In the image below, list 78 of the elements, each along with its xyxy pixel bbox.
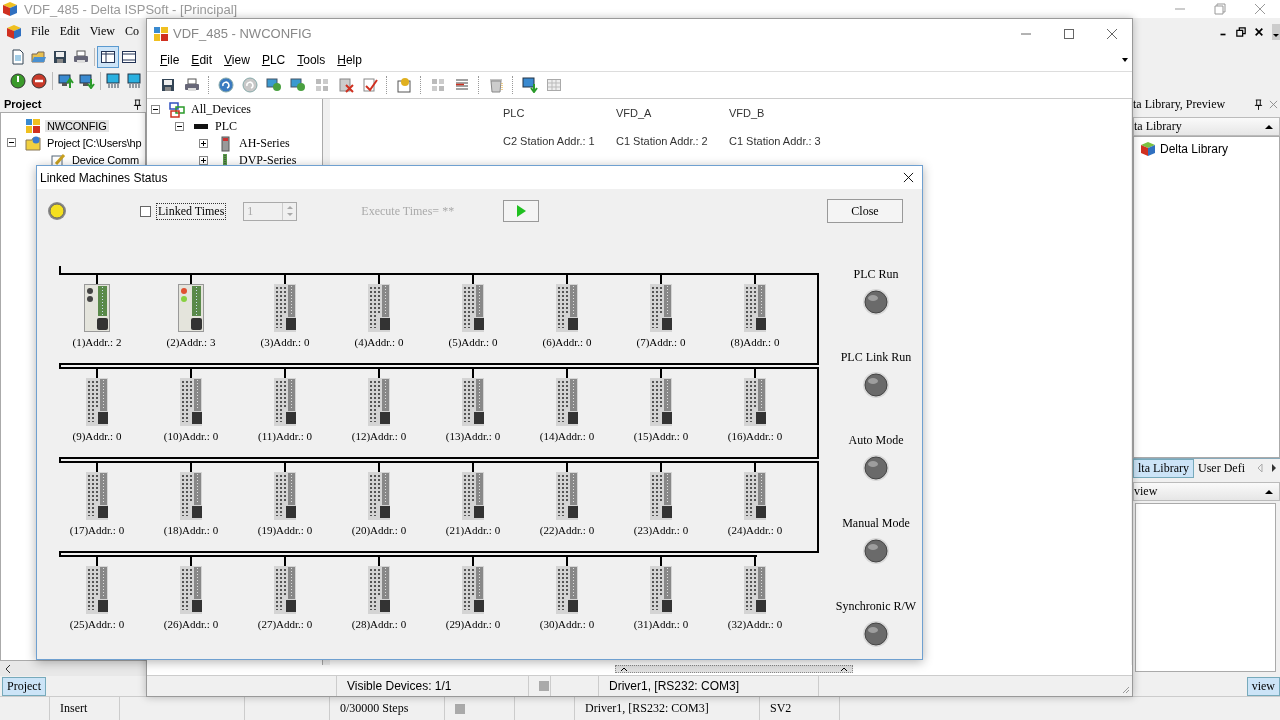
device-name[interactable]: VFD_B xyxy=(729,107,842,119)
menu-item[interactable]: PLC xyxy=(261,52,286,67)
device-name[interactable]: PLC xyxy=(503,107,616,119)
section-header[interactable]: ta Library xyxy=(1133,117,1280,136)
indicator-label: Synchronic R/W xyxy=(835,599,917,614)
tree-item[interactable]: PLC xyxy=(213,119,239,134)
indicator-label: PLC Run xyxy=(853,267,899,282)
menu-item[interactable]: Co xyxy=(124,24,139,39)
device-address-label: (4)Addr.: 0 xyxy=(353,336,405,348)
execute-times-label: Execute Times= ** xyxy=(361,203,456,219)
device-address-label: (24)Addr.: 0 xyxy=(726,524,784,536)
device-address-label: (15)Addr.: 0 xyxy=(632,430,690,442)
section-header[interactable]: view xyxy=(1133,482,1280,501)
menu-item[interactable]: View xyxy=(89,24,115,39)
indicator-label: Manual Mode xyxy=(842,516,910,531)
tab[interactable]: Project xyxy=(2,676,46,696)
menu-item[interactable]: Help xyxy=(337,52,362,67)
device-address-label: (3)Addr.: 0 xyxy=(259,336,311,348)
menu-item[interactable]: Tools xyxy=(297,52,326,67)
device-address-label: (1)Addr.: 2 xyxy=(71,336,123,348)
checkbox-label[interactable]: Linked Times xyxy=(156,202,227,220)
device-address-label: (11)Addr.: 0 xyxy=(257,430,313,442)
device-address-label: (28)Addr.: 0 xyxy=(350,618,408,630)
tree-item[interactable]: Project [C:\Users\hp xyxy=(45,136,144,149)
device-address-label: (23)Addr.: 0 xyxy=(632,524,690,536)
device-address-label: (5)Addr.: 0 xyxy=(447,336,499,348)
device-address-label: (12)Addr.: 0 xyxy=(350,430,408,442)
device-address-label: (8)Addr.: 0 xyxy=(729,336,781,348)
menu-item[interactable]: Edit xyxy=(59,24,80,39)
device-address-label: (10)Addr.: 0 xyxy=(162,430,220,442)
close-button[interactable]: Close xyxy=(827,199,903,223)
tree-item[interactable]: Device Comm xyxy=(70,153,141,166)
status-text: Driver1, [RS232: COM3] xyxy=(599,676,819,696)
menu-item[interactable]: File xyxy=(160,52,180,67)
tree-item[interactable]: All_Devices xyxy=(189,102,253,117)
device-address-label: (20)Addr.: 0 xyxy=(350,524,408,536)
menu-item[interactable]: Edit xyxy=(191,52,213,67)
window-title: VDF_485 - Delta ISPSoft - [Principal] xyxy=(24,1,238,17)
device-address-label: (9)Addr.: 0 xyxy=(71,430,123,442)
indicator-label: PLC Link Run xyxy=(840,350,912,365)
device-address-label: (21)Addr.: 0 xyxy=(444,524,502,536)
tab[interactable]: view xyxy=(1246,676,1280,696)
station-address: C1 Station Addr.: 2 xyxy=(616,135,709,147)
tree-item[interactable]: DVP-Series xyxy=(237,153,299,168)
device-address-label: (29)Addr.: 0 xyxy=(444,618,502,630)
dialog-title: Linked Machines Status xyxy=(40,170,168,185)
window-title: VDF_485 - NWCONFIG xyxy=(173,26,312,41)
device-address-label: (6)Addr.: 0 xyxy=(541,336,593,348)
device-address-label: (18)Addr.: 0 xyxy=(162,524,220,536)
device-address-label: (27)Addr.: 0 xyxy=(256,618,314,630)
device-address-label: (17)Addr.: 0 xyxy=(68,524,126,536)
device-name[interactable]: VFD_A xyxy=(616,107,729,119)
device-address-label: (22)Addr.: 0 xyxy=(538,524,596,536)
device-address-label: (32)Addr.: 0 xyxy=(726,618,784,630)
device-address-label: (2)Addr.: 3 xyxy=(165,336,217,348)
device-address-label: (19)Addr.: 0 xyxy=(256,524,314,536)
panel-title: Project xyxy=(4,98,42,110)
station-address: C1 Station Addr.: 3 xyxy=(729,135,822,147)
tab[interactable]: lta Library xyxy=(1133,458,1194,478)
tree-item[interactable]: NWCONFIG xyxy=(45,119,109,132)
device-address-label: (26)Addr.: 0 xyxy=(162,618,220,630)
device-address-label: (31)Addr.: 0 xyxy=(632,618,690,630)
device-address-label: (30)Addr.: 0 xyxy=(538,618,596,630)
menu-item[interactable]: File xyxy=(31,24,50,39)
station-address: C2 Station Addr.: 1 xyxy=(503,135,596,147)
device-address-label: (25)Addr.: 0 xyxy=(68,618,126,630)
menu-item[interactable]: View xyxy=(224,52,250,67)
panel-title: ta Library, Preview xyxy=(1133,96,1226,112)
tree-item[interactable]: AH-Series xyxy=(237,136,292,151)
device-address-label: (7)Addr.: 0 xyxy=(635,336,687,348)
status-text: Insert xyxy=(50,697,120,720)
device-address-label: (13)Addr.: 0 xyxy=(444,430,502,442)
tab[interactable]: User Defi xyxy=(1194,459,1249,477)
tree-item[interactable]: Delta Library xyxy=(1160,142,1229,156)
status-text: Visible Devices: 1/1 xyxy=(337,676,529,696)
device-address-label: (16)Addr.: 0 xyxy=(726,430,784,442)
device-address-label: (14)Addr.: 0 xyxy=(538,430,596,442)
indicator-label: Auto Mode xyxy=(848,433,904,448)
